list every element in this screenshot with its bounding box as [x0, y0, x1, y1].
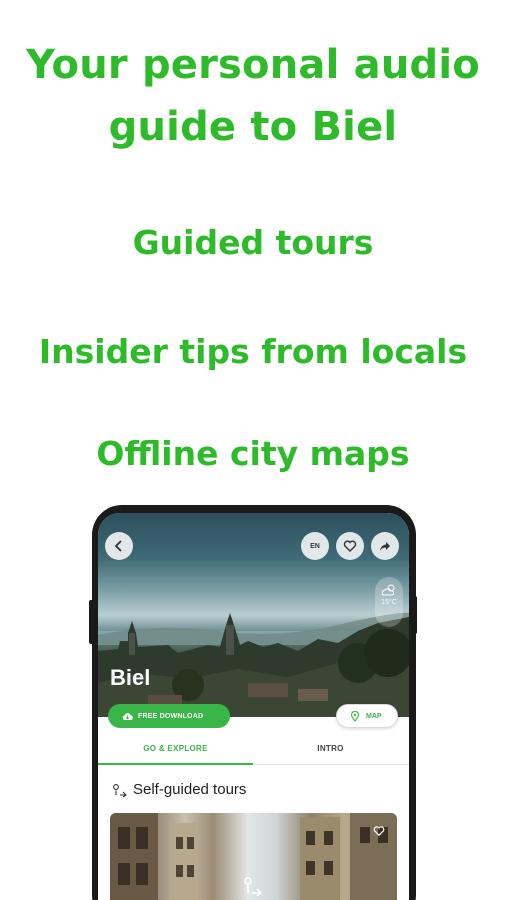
- promo-title: Your personal audio guide to Biel: [0, 34, 506, 158]
- tour-card[interactable]: [110, 813, 397, 900]
- walking-tour-icon: [244, 877, 263, 896]
- chevron-left-icon: [114, 540, 122, 552]
- weather-widget: 15°C: [375, 577, 403, 627]
- heart-outline-icon: [373, 826, 385, 837]
- feature-insider-tips: Insider tips from locals: [38, 332, 468, 371]
- tab-bar: GO & EXPLORE INTRO: [98, 735, 409, 765]
- map-label: MAP: [366, 712, 382, 720]
- phone-volume-button: [89, 600, 93, 644]
- phone-power-button: [413, 596, 417, 634]
- section-title-tours: Self-guided tours: [112, 781, 246, 798]
- cloud-download-icon: [122, 712, 133, 720]
- section-title-label: Self-guided tours: [133, 781, 247, 798]
- city-hero-image: EN 15°C Biel: [98, 513, 409, 717]
- free-download-button[interactable]: FREE DOWNLOAD: [108, 704, 230, 728]
- promo-title-line-2: guide to Biel: [108, 104, 398, 150]
- feature-offline-maps: Offline city maps: [96, 434, 410, 473]
- back-button[interactable]: [105, 532, 133, 560]
- heart-icon: [343, 540, 357, 552]
- promo-title-line-1: Your personal audio: [26, 42, 480, 88]
- favorite-button[interactable]: [336, 532, 364, 560]
- city-name: Biel: [110, 665, 151, 690]
- language-button[interactable]: EN: [301, 532, 329, 560]
- app-screen: EN 15°C Biel FREE DOWNLOAD MAP GO & EXPL…: [98, 513, 409, 900]
- share-button[interactable]: [371, 532, 399, 560]
- map-pin-icon: [350, 710, 360, 722]
- feature-guided-tours: Guided tours: [132, 223, 374, 262]
- tab-go-explore[interactable]: GO & EXPLORE: [98, 735, 253, 765]
- tour-favorite-button[interactable]: [369, 821, 389, 841]
- free-download-label: FREE DOWNLOAD: [138, 712, 204, 720]
- share-arrow-icon: [380, 542, 390, 551]
- weather-temperature: 15°C: [381, 599, 397, 606]
- map-button[interactable]: MAP: [336, 704, 398, 728]
- tour-type-badge: [240, 873, 266, 899]
- partly-cloudy-icon: [381, 584, 395, 596]
- tab-intro[interactable]: INTRO: [253, 735, 408, 765]
- tour-route-icon: [113, 783, 127, 797]
- language-label: EN: [310, 542, 320, 550]
